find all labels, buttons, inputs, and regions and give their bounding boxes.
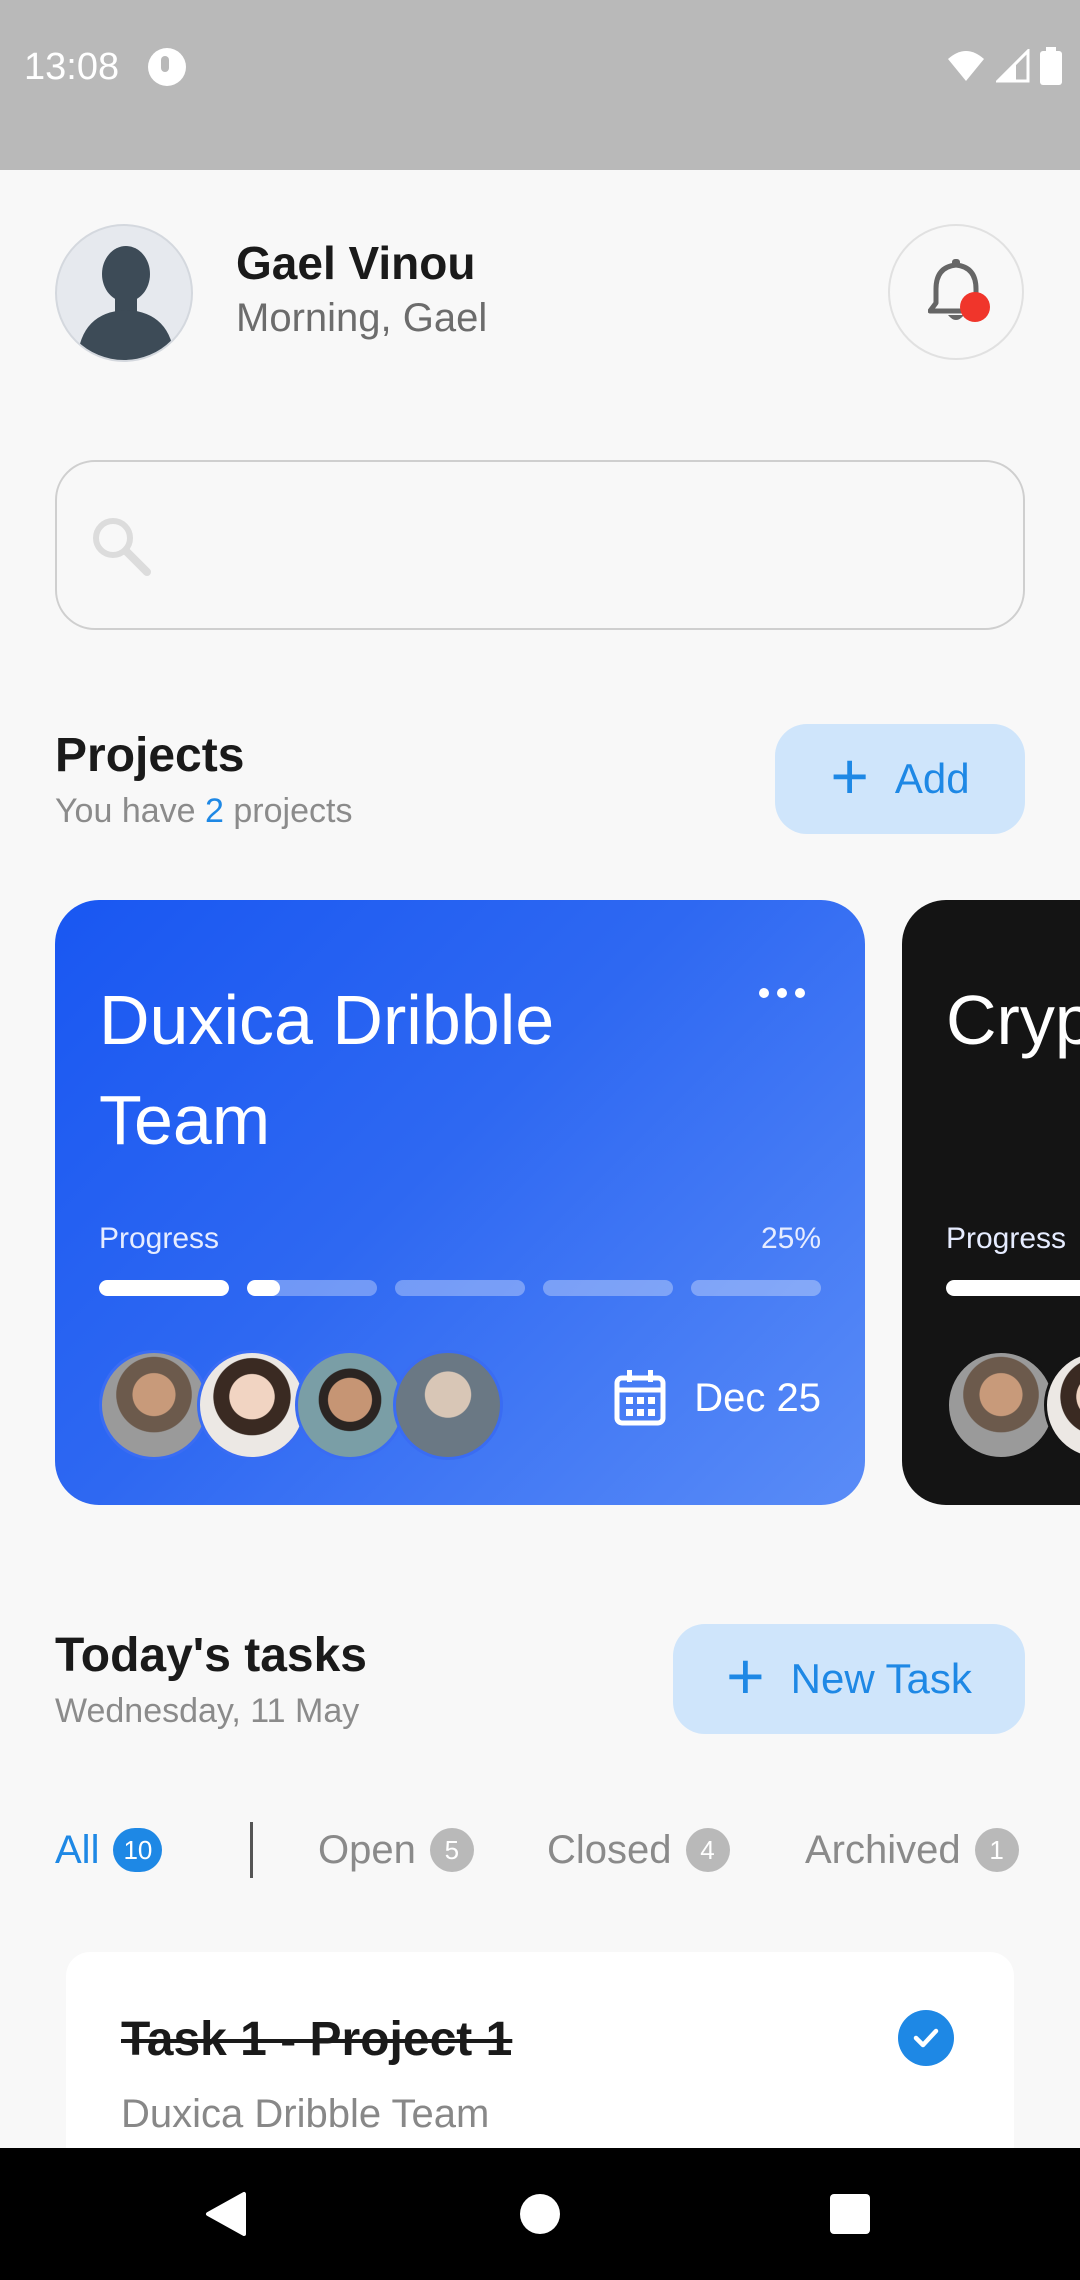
projects-count-text: You have 2 projects bbox=[55, 792, 352, 831]
status-bar: 13:08 bbox=[0, 0, 1080, 170]
tab-label: Closed bbox=[547, 1827, 672, 1872]
notifications-button[interactable] bbox=[888, 224, 1024, 360]
member-avatar[interactable] bbox=[393, 1350, 503, 1460]
projects-count-suffix: projects bbox=[233, 792, 353, 830]
member-avatar[interactable] bbox=[295, 1350, 405, 1460]
tasks-title: Today's tasks bbox=[55, 1629, 367, 1682]
task-project: Duxica Dribble Team bbox=[121, 2092, 490, 2136]
member-avatar[interactable] bbox=[197, 1350, 307, 1460]
tab-label: All bbox=[55, 1827, 100, 1872]
project-title: Cryp Redc bbox=[946, 981, 1080, 1059]
tab-count-badge: 5 bbox=[429, 1828, 474, 1872]
projects-count: 2 bbox=[205, 792, 224, 830]
back-icon[interactable] bbox=[196, 2184, 256, 2244]
project-card[interactable]: Duxica Dribble Team Progress 25% Dec 25 bbox=[55, 900, 865, 1505]
add-project-button[interactable]: + Add bbox=[775, 724, 1025, 834]
task-card[interactable]: Task 1 - Project 1 Duxica Dribble Team bbox=[66, 1952, 1014, 2148]
plus-icon: + bbox=[830, 739, 869, 813]
app-notification-icon bbox=[148, 48, 186, 86]
wifi-icon bbox=[948, 51, 984, 81]
recents-icon[interactable] bbox=[820, 2184, 880, 2244]
user-avatar[interactable] bbox=[55, 224, 193, 362]
tab-open[interactable]: Open 5 bbox=[318, 1820, 474, 1880]
progress-bar bbox=[99, 1280, 821, 1296]
status-time: 13:08 bbox=[24, 46, 120, 88]
project-card[interactable]: Cryp Redc Progress bbox=[902, 900, 1080, 1505]
projects-count-prefix: You have bbox=[55, 792, 196, 830]
member-avatar[interactable] bbox=[1044, 1350, 1080, 1460]
more-options-icon[interactable] bbox=[759, 988, 805, 998]
project-title: Duxica Dribble Team bbox=[99, 981, 555, 1159]
progress-segment bbox=[543, 1280, 673, 1296]
status-icons bbox=[946, 46, 1062, 86]
tasks-date: Wednesday, 11 May bbox=[55, 1692, 360, 1730]
signal-icon bbox=[996, 49, 1030, 83]
tab-count-badge: 1 bbox=[974, 1828, 1019, 1872]
progress-segment bbox=[691, 1280, 821, 1296]
notification-dot bbox=[960, 292, 990, 322]
greeting: Morning, Gael bbox=[236, 296, 488, 340]
new-task-label: New Task bbox=[790, 1655, 972, 1702]
progress-percent: 25% bbox=[760, 1222, 821, 1255]
due-date: Dec 25 bbox=[614, 1370, 821, 1426]
check-icon[interactable] bbox=[898, 2010, 954, 2066]
progress-segment bbox=[247, 1280, 377, 1296]
calendar-icon bbox=[614, 1370, 666, 1426]
progress-segment bbox=[99, 1280, 229, 1296]
member-avatar[interactable] bbox=[946, 1350, 1056, 1460]
progress-label: Progress bbox=[946, 1222, 1067, 1255]
search-input[interactable] bbox=[167, 502, 987, 592]
tab-all[interactable]: All 10 bbox=[55, 1820, 163, 1880]
due-date-text: Dec 25 bbox=[694, 1375, 821, 1420]
task-title: Task 1 - Project 1 bbox=[121, 2013, 513, 2066]
battery-icon bbox=[1040, 47, 1062, 85]
tab-archived[interactable]: Archived 1 bbox=[805, 1820, 1019, 1880]
tab-count-badge: 10 bbox=[113, 1828, 163, 1872]
add-project-label: Add bbox=[894, 755, 970, 802]
team-members bbox=[946, 1350, 1080, 1460]
plus-icon: + bbox=[726, 1639, 765, 1713]
task-filter-tabs: All 10 Open 5 Closed 4 Archived 1 bbox=[55, 1820, 1025, 1880]
progress-bar bbox=[946, 1280, 1080, 1296]
search-icon bbox=[93, 518, 151, 576]
home-screen: Gael Vinou Morning, Gael Projects You ha… bbox=[0, 170, 1080, 2148]
home-icon[interactable] bbox=[510, 2184, 570, 2244]
progress-segment bbox=[946, 1280, 1080, 1296]
tab-divider bbox=[250, 1822, 253, 1878]
new-task-button[interactable]: + New Task bbox=[673, 1624, 1025, 1734]
person-icon bbox=[77, 246, 175, 360]
member-avatar[interactable] bbox=[99, 1350, 209, 1460]
projects-title: Projects bbox=[55, 729, 245, 782]
search-bar[interactable] bbox=[55, 460, 1025, 630]
progress-segment bbox=[395, 1280, 525, 1296]
team-members bbox=[99, 1350, 503, 1460]
tab-count-badge: 4 bbox=[685, 1828, 730, 1872]
tab-closed[interactable]: Closed 4 bbox=[547, 1820, 730, 1880]
user-name: Gael Vinou bbox=[236, 237, 476, 289]
progress-label: Progress bbox=[99, 1222, 220, 1255]
tab-label: Open bbox=[318, 1827, 416, 1872]
tab-label: Archived bbox=[805, 1827, 961, 1872]
system-nav-bar bbox=[0, 2148, 1080, 2280]
